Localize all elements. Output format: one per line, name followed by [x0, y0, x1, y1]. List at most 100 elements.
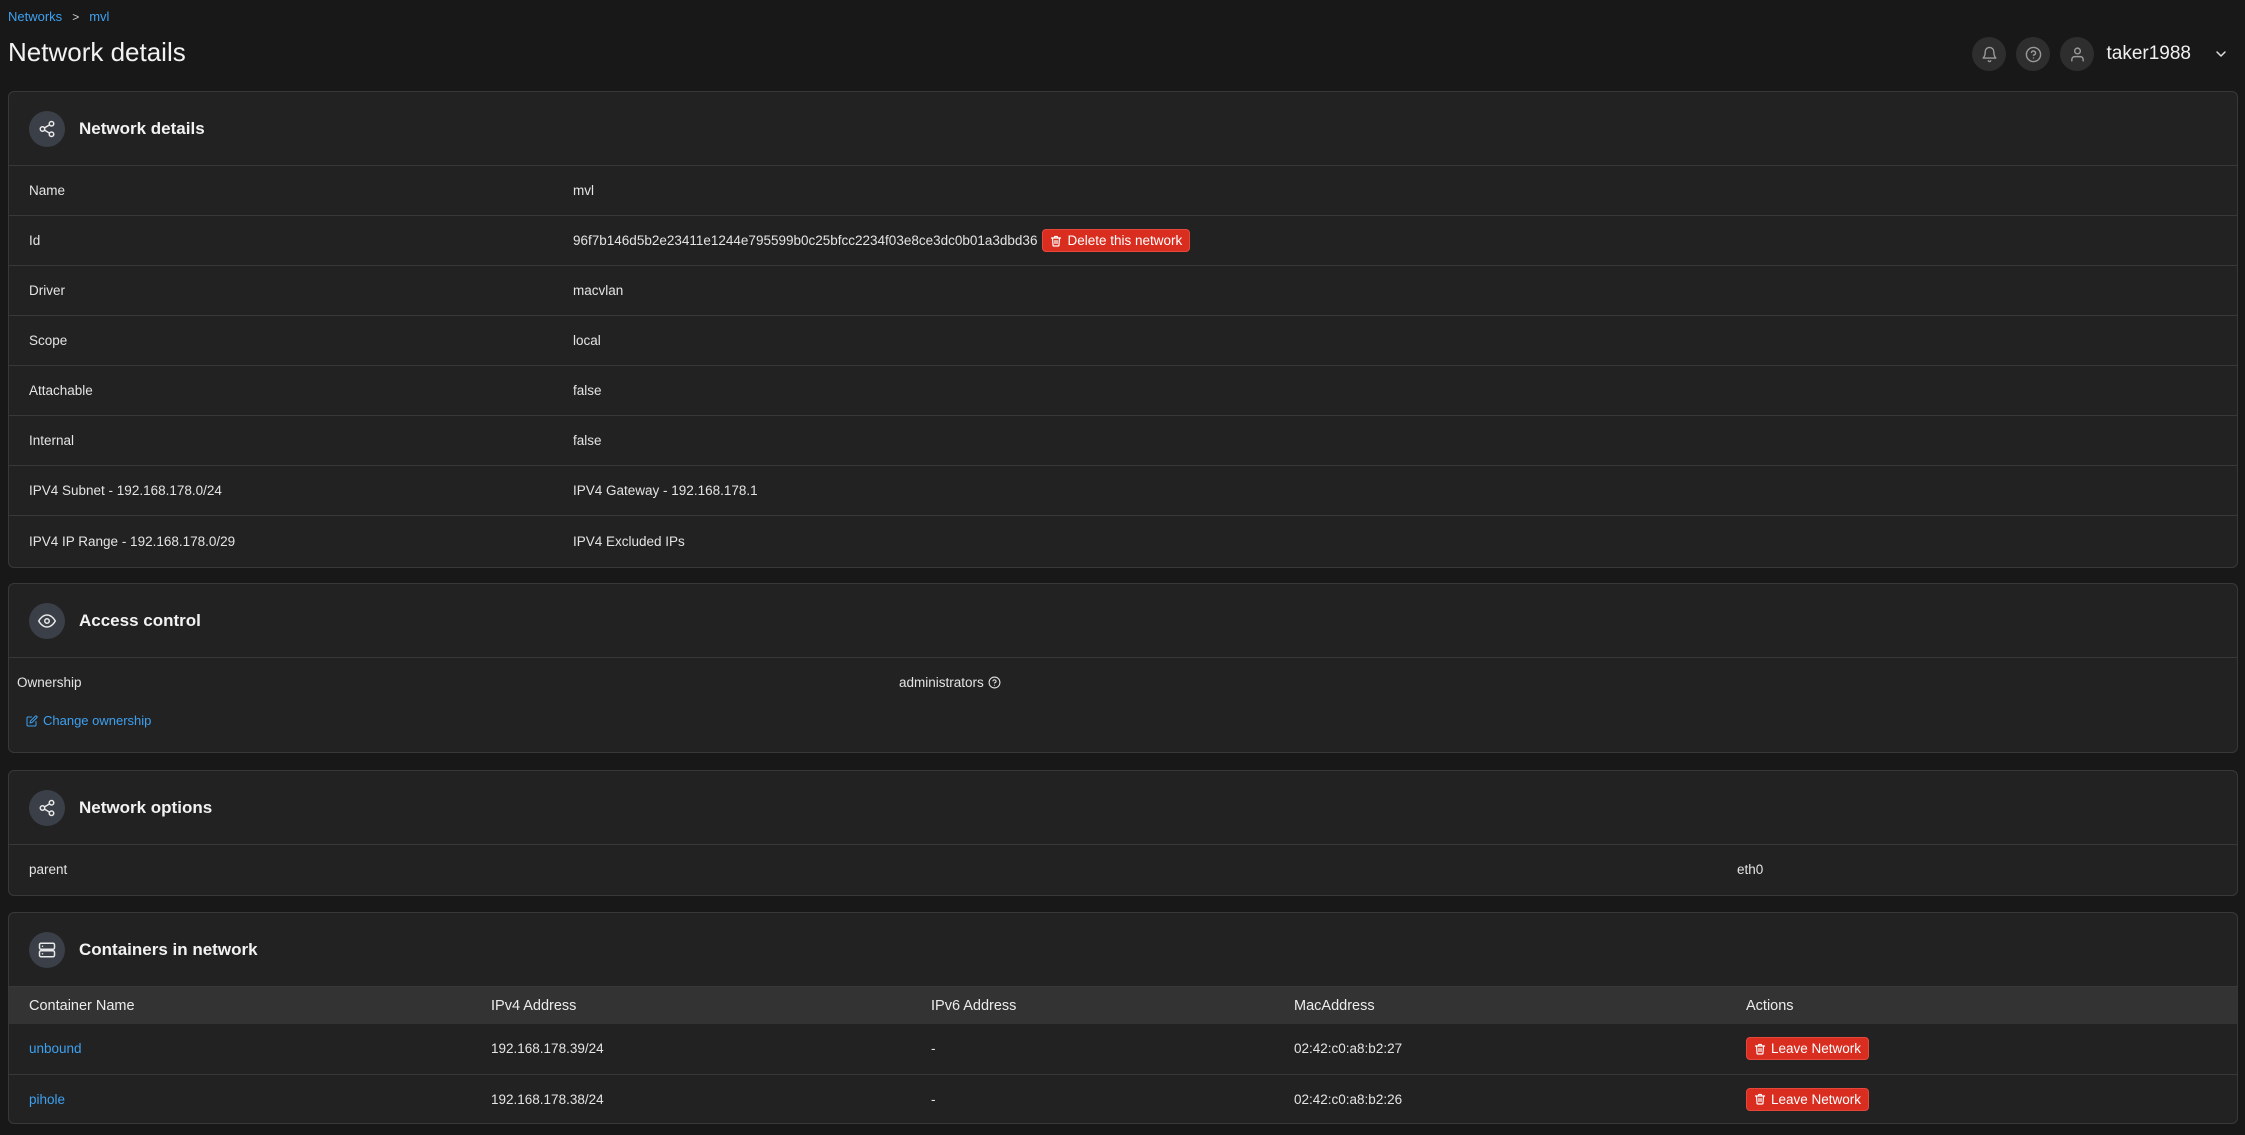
container-name-cell: pihole [9, 1074, 471, 1123]
detail-row-internal: Internal false [9, 416, 2237, 466]
share-icon-badge [29, 110, 65, 147]
chevron-down-icon[interactable] [2213, 46, 2229, 62]
card-header: Network options [9, 771, 2237, 845]
detail-value-cell: 96f7b146d5b2e23411e1244e795599b0c25bfcc2… [573, 229, 2237, 252]
container-name-cell: unbound [9, 1024, 471, 1075]
column-header-actions: Actions [1746, 997, 1794, 1014]
detail-value: false [573, 383, 602, 398]
ipv4-cell: 192.168.178.39/24 [471, 1024, 911, 1075]
detail-value: macvlan [573, 283, 624, 298]
notifications-button[interactable] [1972, 37, 2007, 71]
breadcrumb: Networks > mvl [8, 9, 109, 24]
share-icon-badge [29, 789, 65, 826]
breadcrumb-networks-link[interactable]: Networks [8, 9, 62, 24]
help-button[interactable] [2016, 37, 2051, 71]
mac-cell: 02:42:c0:a8:b2:26 [1294, 1091, 1403, 1107]
detail-label: IPV4 IP Range - 192.168.178.0/29 [29, 533, 236, 549]
detail-row-scope: Scope local [9, 316, 2237, 366]
avatar[interactable] [2060, 37, 2095, 71]
card-title: Network details [79, 118, 205, 138]
detail-row-subnet: IPV4 Subnet - 192.168.178.0/24 IPV4 Gate… [9, 466, 2237, 516]
actions-cell: Leave Network [1726, 1074, 2237, 1123]
leave-network-button[interactable]: Leave Network [1746, 1087, 1870, 1111]
leave-network-label: Leave Network [1771, 1091, 1862, 1107]
ipv6-cell: - [911, 1024, 1274, 1075]
ownership-label: Ownership [17, 675, 82, 690]
change-ownership-label: Change ownership [43, 713, 152, 728]
user-area: taker1988 [1972, 37, 2229, 71]
detail-label: Attachable [29, 383, 93, 398]
detail-label: Name [29, 183, 66, 198]
card-title: Containers in network [79, 939, 258, 959]
help-icon [2025, 46, 2042, 62]
breadcrumb-separator: > [72, 9, 80, 24]
page-title: Network details [8, 37, 186, 67]
detail-label: Driver [29, 283, 65, 298]
card-header: Network details [9, 92, 2237, 166]
detail-row-attachable: Attachable false [9, 366, 2237, 416]
eye-icon-badge [29, 602, 65, 639]
table-row: pihole 192.168.178.38/24 - 02:42:c0:a8:b… [9, 1074, 2237, 1123]
ownership-value-cell: administrators [899, 675, 1001, 690]
trash-icon [1051, 235, 1062, 247]
detail-label: Id [29, 233, 41, 248]
actions-cell: Leave Network [1726, 1024, 2237, 1075]
detail-label: Scope [29, 333, 68, 348]
network-details-card: Network details Name mvl Id 96f7b146d5b2… [8, 91, 2238, 568]
detail-row-id: Id 96f7b146d5b2e23411e1244e795599b0c25bf… [9, 216, 2237, 266]
share-icon [39, 120, 55, 137]
access-control-card: Access control Ownership administrators … [8, 583, 2238, 753]
option-key: parent [29, 862, 68, 877]
column-header-ipv4[interactable]: IPv4 Address [471, 987, 911, 1024]
container-link-unbound[interactable]: unbound [29, 1041, 82, 1056]
server-icon-badge [29, 931, 65, 968]
card-title: Access control [79, 610, 201, 630]
network-options-card: Network options parent eth0 [8, 770, 2238, 896]
card-title: Network options [79, 797, 213, 817]
column-header-ipv6[interactable]: IPv6 Address [911, 987, 1274, 1024]
eye-icon [38, 613, 56, 628]
detail-value: IPV4 Gateway - 192.168.178.1 [573, 483, 758, 498]
detail-label: IPV4 Subnet - 192.168.178.0/24 [29, 483, 222, 498]
change-ownership-link[interactable]: Change ownership [26, 713, 151, 728]
detail-label: Internal [29, 433, 75, 448]
ipv6-cell: - [931, 1091, 936, 1107]
detail-row-name: Name mvl [9, 166, 2237, 216]
mac-cell: 02:42:c0:a8:b2:27 [1274, 1024, 1726, 1075]
delete-network-button[interactable]: Delete this network [1042, 229, 1191, 252]
detail-value: false [573, 433, 602, 448]
breadcrumb-current-link[interactable]: mvl [89, 9, 109, 24]
column-header-container-name[interactable]: Container Name [9, 987, 471, 1024]
containers-table: Container Name IPv4 Address IPv6 Address… [9, 987, 2237, 1123]
username[interactable]: taker1988 [2106, 43, 2191, 65]
trash-icon [1754, 1043, 1766, 1055]
column-header-mac[interactable]: MacAddress [1274, 987, 1726, 1024]
container-link-pihole[interactable]: pihole [29, 1092, 65, 1107]
ownership-row: Ownership administrators Change ownershi… [9, 658, 2237, 728]
server-icon [38, 942, 56, 957]
option-row: parent eth0 [9, 845, 2237, 895]
detail-row-ip-range: IPV4 IP Range - 192.168.178.0/29 IPV4 Ex… [9, 516, 2237, 566]
card-header: Access control [9, 584, 2237, 658]
card-header: Containers in network [9, 913, 2237, 987]
detail-value: local [573, 333, 601, 348]
leave-network-label: Leave Network [1771, 1041, 1862, 1057]
top-bar: Networks > mvl Network details taker1988 [0, 0, 2245, 90]
table-row: unbound 192.168.178.39/24 - 02:42:c0:a8:… [9, 1024, 2237, 1075]
trash-icon [1754, 1094, 1766, 1105]
share-icon [39, 799, 55, 816]
containers-card: Containers in network Container Name IPv… [8, 912, 2238, 1124]
leave-network-button[interactable]: Leave Network [1746, 1037, 1870, 1061]
detail-value: mvl [573, 183, 594, 198]
detail-row-driver: Driver macvlan [9, 266, 2237, 316]
table-header-row: Container Name IPv4 Address IPv6 Address… [9, 987, 2237, 1024]
edit-icon [26, 714, 38, 726]
ownership-value: administrators [899, 675, 984, 690]
delete-network-label: Delete this network [1067, 233, 1183, 248]
detail-value: IPV4 Excluded IPs [573, 533, 685, 549]
bell-icon [1982, 46, 1997, 62]
user-icon [2071, 46, 2084, 62]
help-circle-icon[interactable] [988, 676, 1001, 689]
option-value: eth0 [1737, 862, 1764, 877]
network-id-value: 96f7b146d5b2e23411e1244e795599b0c25bfcc2… [573, 233, 1038, 248]
